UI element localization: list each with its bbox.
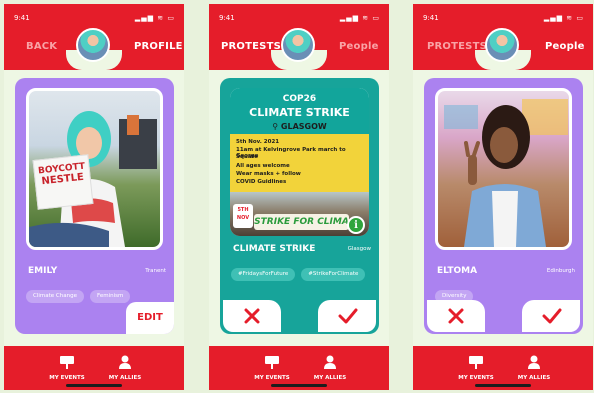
home-indicator — [271, 384, 327, 387]
sign-board-icon — [265, 356, 279, 369]
info-icon[interactable]: i — [347, 216, 365, 234]
accept-button[interactable] — [318, 300, 376, 332]
hashtag-tags: #FridaysForFuture #StrikeForClimate — [231, 260, 371, 281]
tag-chip[interactable]: Feminism — [89, 290, 131, 303]
back-tab[interactable]: BACK — [26, 41, 57, 52]
poster-line2: CLIMATE STRIKE — [249, 106, 350, 119]
nav-label: MY ALLIES — [517, 375, 551, 381]
status-bar: 9:41 ▂▄▆ ≋ ▭ — [4, 14, 184, 26]
avatar[interactable] — [76, 28, 110, 62]
edit-button[interactable]: EDIT — [126, 302, 174, 334]
person-location: Edinburgh — [546, 268, 575, 274]
bottom-nav: MY EVENTS MY ALLIES — [413, 346, 593, 390]
crowd-banner: STRIKE FOR CLIMA — [254, 214, 349, 230]
signal-wifi-battery-icon: ▂▄▆ ≋ ▭ — [339, 14, 380, 22]
avatar[interactable] — [485, 28, 519, 62]
nav-my-allies[interactable]: MY ALLIES — [305, 354, 355, 381]
status-time: 9:41 — [219, 14, 235, 22]
status-time: 9:41 — [14, 14, 30, 22]
close-icon — [244, 308, 260, 324]
nav-my-allies[interactable]: MY ALLIES — [509, 354, 559, 381]
people-tab[interactable]: People — [545, 41, 585, 52]
badge-month: NOV — [236, 215, 250, 221]
person-icon — [324, 355, 336, 369]
nav-my-events[interactable]: MY EVENTS — [42, 354, 92, 381]
phone-profile-screen: 9:41 ▂▄▆ ≋ ▭ BACK PROFILE BOYCOTT NESTLE… — [4, 4, 184, 390]
status-bar: 9:41 ▂▄▆ ≋ ▭ — [413, 14, 593, 26]
home-indicator — [66, 384, 122, 387]
profile-location: Tranent — [145, 268, 166, 274]
event-name: CLIMATE STRIKE — [233, 244, 316, 254]
profile-card: BOYCOTT NESTLE EMILY Tranent Climate Cha… — [15, 78, 174, 334]
check-icon — [338, 308, 358, 324]
date-badge: 5TH NOV — [233, 204, 253, 228]
person-card: ELTOMA Edinburgh Diversity — [424, 78, 583, 334]
poster-details-panel: 5th Nov. 2021 11am at Kelvingrove Park m… — [230, 134, 369, 192]
poster-line3: ⚲ GLASGOW — [230, 122, 369, 131]
phone-protests-screen: 9:41 ▂▄▆ ≋ ▭ PROTESTS People COP26 CLIMA… — [209, 4, 389, 390]
person-icon — [119, 355, 131, 369]
protest-sign: BOYCOTT NESTLE — [32, 154, 94, 210]
tag-chip[interactable]: Climate Change — [26, 290, 84, 303]
bottom-nav: MY EVENTS MY ALLIES — [4, 346, 184, 390]
nav-label: MY EVENTS — [458, 375, 494, 381]
badge-day: 5TH — [237, 207, 249, 213]
nav-my-events[interactable]: MY EVENTS — [247, 354, 297, 381]
poster-line1: COP26 — [282, 94, 317, 104]
phone-people-screen: 9:41 ▂▄▆ ≋ ▭ PROTESTS People ELTOMA Edin… — [413, 4, 593, 390]
sign-board-icon — [60, 356, 74, 369]
reject-button[interactable] — [223, 300, 281, 332]
poster-detail: COVID Guidlines — [236, 179, 287, 185]
status-bar: 9:41 ▂▄▆ ≋ ▭ — [209, 14, 389, 26]
nav-my-events[interactable]: MY EVENTS — [451, 354, 501, 381]
home-indicator — [475, 384, 531, 387]
poster-detail: Wear masks + follow — [236, 171, 301, 177]
status-time: 9:41 — [423, 14, 439, 22]
poster-detail: All ages welcome — [236, 163, 290, 169]
nav-my-allies[interactable]: MY ALLIES — [100, 354, 150, 381]
protest-card: COP26 CLIMATE STRIKE ⚲ GLASGOW 5th Nov. … — [220, 78, 379, 334]
tag-chip[interactable]: #StrikeForClimate — [301, 268, 366, 281]
interest-tags: Climate Change Feminism — [26, 282, 136, 303]
tag-chip[interactable]: #FridaysForFuture — [231, 268, 296, 281]
accept-button[interactable] — [522, 300, 580, 332]
profile-tab[interactable]: PROFILE — [134, 41, 183, 52]
poster-city: GLASGOW — [280, 122, 327, 131]
signal-wifi-battery-icon: ▂▄▆ ≋ ▭ — [134, 14, 175, 22]
nav-label: MY EVENTS — [254, 375, 290, 381]
location-pin-icon: ⚲ — [272, 122, 281, 131]
bottom-nav: MY EVENTS MY ALLIES — [209, 346, 389, 390]
event-poster: COP26 CLIMATE STRIKE ⚲ GLASGOW 5th Nov. … — [230, 88, 369, 236]
person-name: ELTOMA — [437, 266, 478, 276]
nav-label: MY EVENTS — [49, 375, 85, 381]
nav-label: MY ALLIES — [108, 375, 142, 381]
reject-button[interactable] — [427, 300, 485, 332]
signal-wifi-battery-icon: ▂▄▆ ≋ ▭ — [543, 14, 584, 22]
person-icon — [528, 355, 540, 369]
sign-board-icon — [469, 356, 483, 369]
profile-photo: BOYCOTT NESTLE — [26, 88, 163, 250]
poster-detail: Square — [236, 154, 258, 160]
close-icon — [448, 308, 464, 324]
people-tab[interactable]: People — [339, 41, 379, 52]
check-icon — [542, 308, 562, 324]
nav-label: MY ALLIES — [313, 375, 347, 381]
person-illustration — [444, 99, 568, 247]
avatar[interactable] — [281, 28, 315, 62]
interest-tags: Diversity — [435, 282, 479, 303]
event-location: Glasgow — [347, 246, 371, 252]
poster-date: 5th Nov. 2021 — [236, 139, 280, 145]
person-photo — [435, 88, 572, 250]
profile-name: EMILY — [28, 266, 58, 276]
